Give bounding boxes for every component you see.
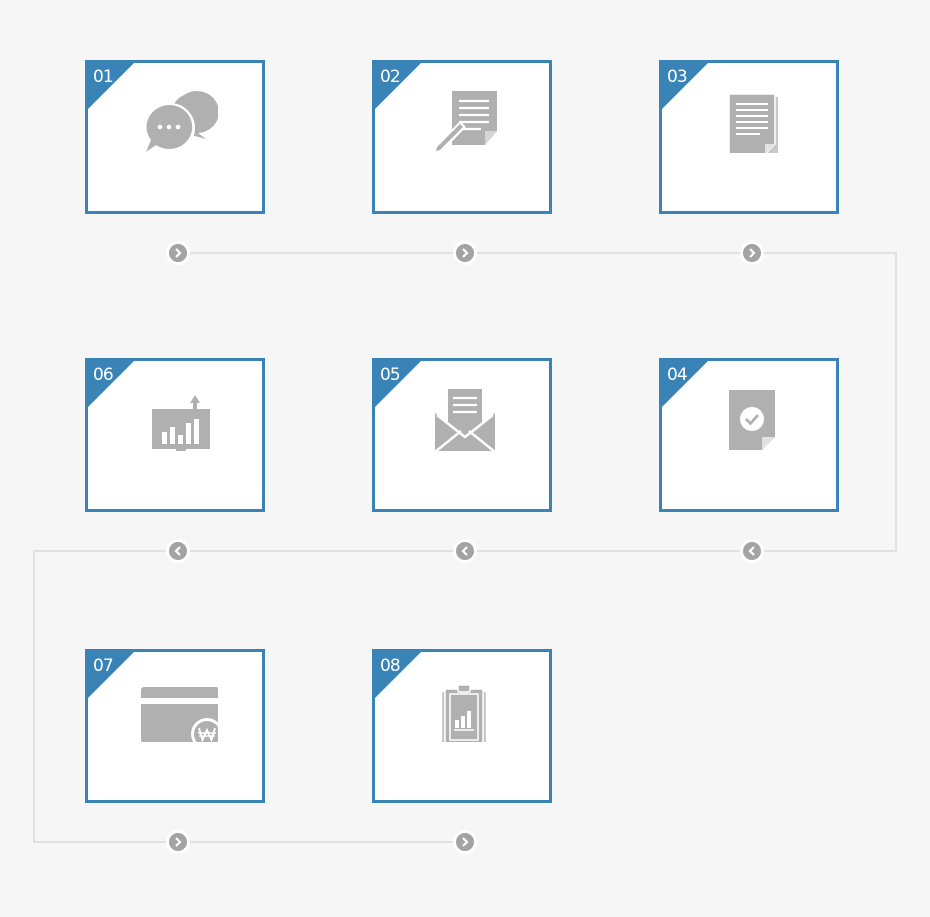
card-payment-won-icon [141,687,218,742]
step-number: 07 [93,656,114,676]
growth-chart-monitor-icon [152,395,210,451]
step-number: 03 [667,67,688,87]
step-card-07[interactable]: 07 [85,649,265,803]
document-stack-icon [728,93,778,153]
step-card-04[interactable]: 04 [659,358,839,512]
step-card-03[interactable]: 03 [659,60,839,214]
step-number: 08 [380,656,401,676]
step-number: 05 [380,365,401,385]
step-card-08[interactable]: 08 [372,649,552,803]
step-number: 06 [93,365,114,385]
arrow-left-icon [166,539,190,563]
clipboard-report-icon [442,684,486,742]
arrow-right-icon [166,241,190,265]
step-card-05[interactable]: 05 [372,358,552,512]
step-card-06[interactable]: 06 [85,358,265,512]
step-number: 01 [93,67,114,87]
chat-bubbles-icon [145,91,218,153]
step-number: 04 [667,365,688,385]
step-card-02[interactable]: 02 [372,60,552,214]
arrow-left-icon [453,539,477,563]
approved-document-icon [729,390,775,450]
arrow-right-icon [453,241,477,265]
arrow-left-icon [740,539,764,563]
arrow-right-icon [166,830,190,854]
envelope-letter-icon [434,389,496,451]
step-number: 02 [380,67,401,87]
document-pen-icon [434,91,497,153]
arrow-right-icon [740,241,764,265]
arrow-right-icon [453,830,477,854]
step-card-01[interactable]: 01 [85,60,265,214]
